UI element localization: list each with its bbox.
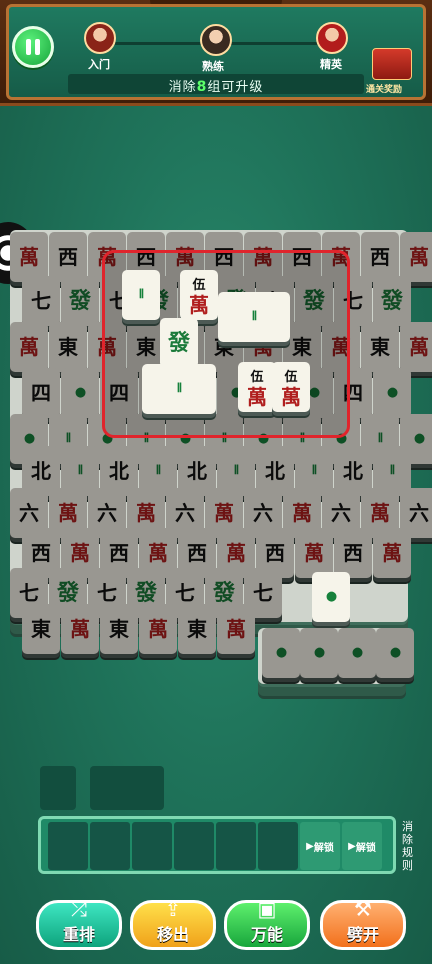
tile-bamboo-pair[interactable]: 𝍪	[142, 364, 216, 414]
background-tile: 東	[49, 322, 87, 372]
rules-link[interactable]: 消除规则	[402, 820, 416, 872]
tray-slot	[48, 822, 88, 870]
shuffle-icon: ⤮	[71, 897, 87, 921]
pause-button[interactable]	[12, 26, 54, 68]
background-tile: 萬	[139, 604, 177, 654]
reward-label[interactable]: 通关奖励	[366, 82, 402, 95]
level-avatar-elite	[316, 22, 348, 54]
split-button[interactable]: ⚒ 劈开	[320, 897, 406, 950]
move-out-icon: ⇪	[164, 897, 182, 921]
background-tile: ●	[300, 628, 338, 678]
tray-slot	[174, 822, 214, 870]
tile-bamboo-double[interactable]: 𝍪	[218, 292, 290, 342]
tile-wan-five-left[interactable]: 伍萬	[238, 362, 276, 412]
wildcard-icon: ▣	[257, 897, 277, 921]
tile-circle-top[interactable]: ●	[312, 572, 350, 622]
background-tile: 萬	[400, 232, 432, 282]
unlock-slot-button[interactable]: ▶ 解锁	[342, 822, 382, 870]
background-tile: 東	[361, 322, 399, 372]
background-tile: 萬	[400, 322, 432, 372]
pause-icon	[26, 39, 31, 55]
level-label-beginner: 入门	[88, 58, 110, 71]
video-icon: ▶	[306, 840, 314, 852]
background-tile: 發	[373, 276, 411, 326]
level-label-skilled: 熟练	[202, 60, 224, 73]
tray-slot	[258, 822, 298, 870]
goal-count: 8	[196, 79, 208, 95]
background-tile: 萬	[10, 232, 48, 282]
background-tile: 萬	[373, 528, 411, 578]
background-tile: 東	[100, 604, 138, 654]
background-tile: 發	[61, 276, 99, 326]
shuffle-button[interactable]: ⤮ 重排	[36, 897, 122, 950]
tray-slot	[132, 822, 172, 870]
background-tile: 萬	[217, 604, 255, 654]
move-out-button[interactable]: ⇪ 移出	[130, 897, 216, 950]
holding-slot-wide	[90, 766, 164, 810]
background-tile: 萬	[10, 322, 48, 372]
holding-slot-small	[40, 766, 76, 810]
level-label-elite: 精英	[320, 58, 342, 71]
tray-slot	[216, 822, 256, 870]
background-tile: 四	[22, 368, 60, 418]
tile-wan-five[interactable]: 伍萬	[180, 270, 218, 320]
level-avatar-beginner	[84, 22, 116, 54]
tile-green-dragon[interactable]: 發	[160, 318, 198, 368]
unlock-slot-button[interactable]: ▶ 解锁	[300, 822, 340, 870]
background-tile: 萬	[61, 604, 99, 654]
background-tile: ●	[262, 628, 300, 678]
background-tile: 東	[22, 604, 60, 654]
wildcard-button[interactable]: ▣ 万能	[224, 897, 310, 950]
background-tile: ●	[376, 628, 414, 678]
background-tile: ●	[61, 368, 99, 418]
tray-slot	[90, 822, 130, 870]
tile-bamboo[interactable]: 𝍪	[122, 270, 160, 320]
level-avatar-skilled	[200, 24, 232, 56]
goal-text: 消除8组可升级	[168, 79, 264, 95]
axe-icon: ⚒	[354, 897, 372, 921]
background-tile: 東	[178, 604, 216, 654]
background-tile: ●	[373, 368, 411, 418]
background-tile: 萬	[295, 528, 333, 578]
reward-chest-icon[interactable]	[372, 48, 412, 80]
background-tile: 七	[22, 276, 60, 326]
background-tile: 西	[361, 232, 399, 282]
background-tile: ●	[338, 628, 376, 678]
video-icon: ▶	[348, 840, 356, 852]
background-tile: 西	[334, 528, 372, 578]
background-tile: 西	[49, 232, 87, 282]
tile-wan-five-right[interactable]: 伍萬	[272, 362, 310, 412]
